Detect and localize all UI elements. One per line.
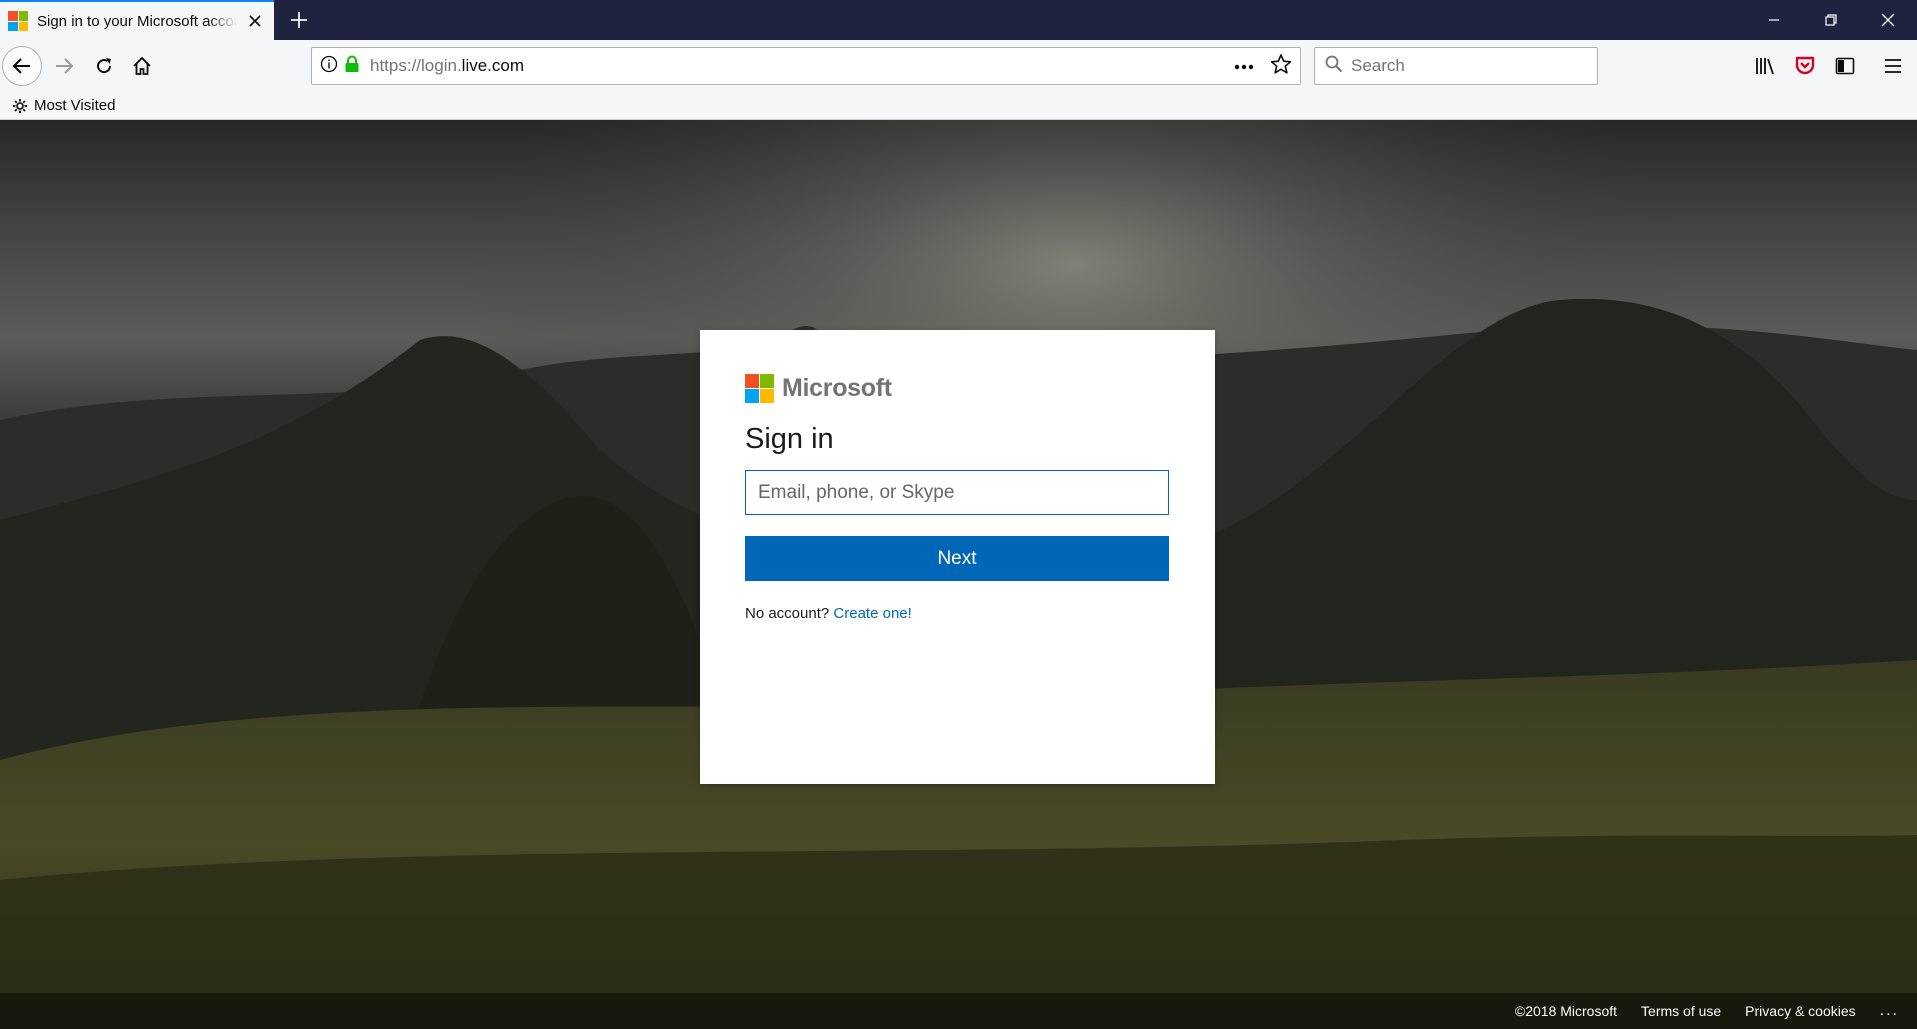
microsoft-favicon-icon: [8, 11, 28, 31]
url-bar[interactable]: https://login.live.com: [311, 47, 1301, 85]
minimize-button[interactable]: [1746, 0, 1802, 40]
tab-active[interactable]: Sign in to your Microsoft account: [0, 0, 274, 40]
search-bar[interactable]: [1314, 47, 1598, 85]
sidebar-icon: [1835, 57, 1855, 75]
pocket-icon: [1795, 56, 1815, 75]
pocket-button[interactable]: [1790, 51, 1820, 81]
back-arrow-icon: [12, 58, 30, 74]
page-footer: ©2018 Microsoft Terms of use Privacy & c…: [0, 993, 1917, 1029]
terms-link[interactable]: Terms of use: [1641, 1003, 1721, 1019]
minimize-icon: [1769, 19, 1779, 21]
more-options-link[interactable]: ...: [1880, 1002, 1899, 1020]
bookmarks-toolbar: Most Visited: [0, 92, 1917, 120]
microsoft-logo-icon: [745, 374, 774, 403]
create-account-link[interactable]: Create one!: [833, 605, 911, 622]
library-icon: [1756, 58, 1774, 75]
most-visited-label: Most Visited: [34, 97, 116, 114]
close-icon: [1881, 13, 1895, 27]
plus-icon: [291, 12, 307, 28]
no-account-text: No account?: [745, 605, 830, 622]
reload-button[interactable]: [84, 46, 124, 86]
no-account-row: No account? Create one!: [745, 605, 1170, 622]
library-button[interactable]: [1750, 51, 1780, 81]
copyright-text: ©2018 Microsoft: [1514, 1003, 1618, 1019]
new-tab-button[interactable]: [284, 4, 314, 36]
home-icon: [133, 56, 151, 75]
microsoft-brand: Microsoft: [745, 374, 1170, 403]
signin-card: Microsoft Sign in Next No account? Creat…: [700, 330, 1215, 784]
most-visited-bookmark[interactable]: Most Visited: [12, 97, 115, 114]
more-dots-icon[interactable]: [1234, 57, 1254, 75]
forward-arrow-icon: [56, 58, 74, 74]
reload-icon: [97, 58, 112, 74]
home-button[interactable]: [122, 46, 162, 86]
gear-icon: [13, 98, 27, 113]
lock-icon[interactable]: [344, 55, 360, 78]
next-button[interactable]: Next: [745, 536, 1169, 581]
forward-button[interactable]: [44, 46, 84, 86]
search-input[interactable]: [1351, 56, 1581, 76]
close-window-button[interactable]: [1860, 0, 1916, 40]
back-button[interactable]: [2, 46, 42, 86]
restore-button[interactable]: [1803, 0, 1859, 40]
brand-name: Microsoft: [782, 374, 892, 402]
page-content: Microsoft Sign in Next No account? Creat…: [0, 120, 1917, 1029]
navigation-toolbar: https://login.live.com: [0, 40, 1917, 92]
tab-title: Sign in to your Microsoft account: [37, 12, 237, 30]
menu-button[interactable]: [1878, 51, 1908, 81]
info-icon[interactable]: [320, 55, 338, 78]
search-icon: [1325, 55, 1343, 78]
hamburger-menu-icon: [1885, 59, 1901, 73]
restore-icon: [1825, 14, 1837, 26]
bookmark-star-icon[interactable]: [1270, 53, 1292, 80]
email-field[interactable]: [745, 470, 1169, 515]
page-title: Sign in: [745, 423, 834, 455]
close-icon[interactable]: [244, 10, 266, 32]
tab-strip: Sign in to your Microsoft account: [0, 0, 1917, 40]
url-text[interactable]: https://login.live.com: [370, 56, 524, 76]
sidebar-button[interactable]: [1830, 51, 1860, 81]
privacy-link[interactable]: Privacy & cookies: [1745, 1003, 1855, 1019]
